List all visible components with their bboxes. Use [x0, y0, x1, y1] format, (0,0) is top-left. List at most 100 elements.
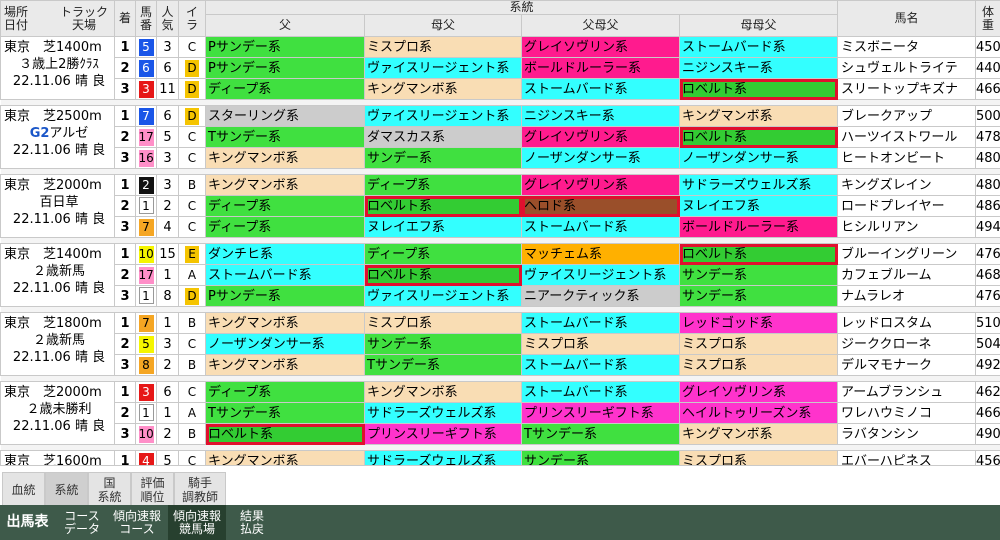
horse-name[interactable]: デルマモナーク: [837, 354, 977, 376]
sire-dam-sire-lineage[interactable]: ストームバード系: [521, 78, 680, 100]
sire-lineage[interactable]: ノーザンダンサー系: [205, 333, 365, 355]
horse-name[interactable]: アームブランシュ: [837, 381, 977, 403]
race-row[interactable]: 2 5 3 C ノーザンダンサー系 サンデー系 ミスプロ系 ミスプロ系 ジーククローネ 504: [1, 333, 1000, 355]
race-row[interactable]: 東京 芝1400m ２歳新馬 22.11.06 晴 良 1 10 15 E ダンチヒ系 ディープ…: [0, 243, 1000, 307]
horse-name[interactable]: カフェブルーム: [837, 264, 977, 286]
race-row[interactable]: 2 1 2 C ディープ系 ロベルト系 ヘロド系 ヌレイエフ系 ロードプレイヤー 486: [1, 195, 1000, 217]
dam-sire-lineage[interactable]: サドラーズウェルズ系: [364, 402, 522, 424]
dam-dam-sire-lineage[interactable]: ロベルト系: [678, 243, 839, 265]
race-row[interactable]: 3 7 4 C ディープ系 ヌレイエフ系 ストームバード系 ボールドルーラー系 ヒシルリアン 49…: [1, 216, 1000, 238]
sire-dam-sire-lineage[interactable]: ミスプロ系: [521, 333, 680, 355]
horse-name[interactable]: ヒートオンビート: [837, 147, 977, 169]
sire-dam-sire-lineage[interactable]: プリンスリーギフト系: [521, 402, 680, 424]
race-row[interactable]: 3 3 11 D ディープ系 キングマンボ系 ストームバード系 ロベルト系 スリートップキズナ 4…: [1, 78, 1000, 100]
race-info[interactable]: 東京 芝2000m ２歳未勝利 22.11.06 晴 良: [0, 381, 115, 445]
race-row[interactable]: 東京 芝2000m 百日草 22.11.06 晴 良 1 2 3 B キングマンボ系 ディープ系…: [0, 174, 1000, 238]
dam-sire-lineage[interactable]: ロベルト系: [364, 195, 522, 217]
sire-dam-sire-lineage[interactable]: ストームバード系: [521, 312, 680, 334]
race-row[interactable]: 東京 芝2500m G2アルゼ 22.11.06 晴 良 1 7 6 D スターリング系 ヴァイ…: [0, 105, 1000, 169]
sire-dam-sire-lineage[interactable]: Tサンデー系: [521, 423, 680, 445]
dam-sire-lineage[interactable]: Tサンデー系: [364, 354, 522, 376]
dam-sire-lineage[interactable]: ロベルト系: [364, 264, 522, 286]
dam-dam-sire-lineage[interactable]: ミスプロ系: [678, 354, 839, 376]
dam-dam-sire-lineage[interactable]: ボールドルーラー系: [678, 216, 839, 238]
sire-lineage[interactable]: ストームバード系: [205, 264, 365, 286]
dam-dam-sire-lineage[interactable]: ミスプロ系: [678, 333, 839, 355]
sire-lineage[interactable]: キングマンボ系: [205, 354, 365, 376]
race-row[interactable]: 2 1 1 A Tサンデー系 サドラーズウェルズ系 プリンスリーギフト系 ヘイルトゥリーズン系…: [1, 402, 1000, 424]
dam-dam-sire-lineage[interactable]: グレイソヴリン系: [678, 381, 839, 403]
dam-sire-lineage[interactable]: サンデー系: [364, 333, 522, 355]
horse-name[interactable]: ロードプレイヤー: [837, 195, 977, 217]
sire-dam-sire-lineage[interactable]: マッチェム系: [521, 243, 680, 265]
tab-bloodline[interactable]: 血統: [2, 472, 45, 506]
dam-dam-sire-lineage[interactable]: サンデー系: [678, 264, 839, 286]
tab-country-lineage[interactable]: 国 系統: [88, 472, 131, 506]
sire-dam-sire-lineage[interactable]: グレイソヴリン系: [521, 36, 680, 58]
sire-dam-sire-lineage[interactable]: ニアークティック系: [521, 285, 680, 307]
nav-trend-track[interactable]: 傾向速報 競馬場: [168, 505, 226, 540]
sire-lineage[interactable]: Pサンデー系: [205, 285, 365, 307]
race-row[interactable]: 2 6 6 D Pサンデー系 ヴァイスリージェント系 ボールドルーラー系 ニジンスキー系 シュヴ…: [1, 57, 1000, 79]
dam-dam-sire-lineage[interactable]: ノーザンダンサー系: [678, 147, 839, 169]
sire-lineage[interactable]: Pサンデー系: [205, 57, 365, 79]
sire-dam-sire-lineage[interactable]: グレイソヴリン系: [521, 174, 680, 196]
horse-name[interactable]: キングズレイン: [837, 174, 977, 196]
race-info[interactable]: 東京 芝1400m ２歳新馬 22.11.06 晴 良: [0, 243, 115, 307]
tab-rating-rank[interactable]: 評価 順位: [131, 472, 174, 506]
race-info[interactable]: 東京 芝1800m ２歳新馬 22.11.06 晴 良: [0, 312, 115, 376]
sire-lineage[interactable]: キングマンボ系: [205, 312, 365, 334]
dam-dam-sire-lineage[interactable]: サドラーズウェルズ系: [678, 174, 839, 196]
horse-name[interactable]: シュヴェルトライテ: [837, 57, 977, 79]
horse-name[interactable]: スリートップキズナ: [837, 78, 977, 100]
horse-name[interactable]: ナムラレオ: [837, 285, 977, 307]
dam-sire-lineage[interactable]: ヴァイスリージェント系: [364, 57, 522, 79]
sire-dam-sire-lineage[interactable]: ストームバード系: [521, 216, 680, 238]
sire-dam-sire-lineage[interactable]: グレイソヴリン系: [521, 126, 680, 148]
sire-lineage[interactable]: スターリング系: [205, 105, 365, 127]
dam-sire-lineage[interactable]: プリンスリーギフト系: [364, 423, 522, 445]
race-row[interactable]: 2 17 5 C Tサンデー系 ダマスカス系 グレイソヴリン系 ロベルト系 ハーツイストワール 4…: [1, 126, 1000, 148]
dam-dam-sire-lineage[interactable]: ストームバード系: [678, 36, 839, 58]
dam-dam-sire-lineage[interactable]: キングマンボ系: [678, 105, 839, 127]
sire-dam-sire-lineage[interactable]: ヘロド系: [521, 195, 680, 217]
race-info[interactable]: 東京 芝2500m G2アルゼ 22.11.06 晴 良: [0, 105, 115, 169]
sire-dam-sire-lineage[interactable]: ニジンスキー系: [521, 105, 680, 127]
sire-lineage[interactable]: ディープ系: [205, 195, 365, 217]
race-row[interactable]: 2 17 1 A ストームバード系 ロベルト系 ヴァイスリージェント系 サンデー系 カフェブルー…: [1, 264, 1000, 286]
race-info[interactable]: 東京 芝1400m ３歳上2勝ｸﾗｽ 22.11.06 晴 良: [0, 36, 115, 100]
sire-dam-sire-lineage[interactable]: ストームバード系: [521, 381, 680, 403]
sire-dam-sire-lineage[interactable]: ノーザンダンサー系: [521, 147, 680, 169]
sire-lineage[interactable]: Pサンデー系: [205, 36, 365, 58]
tab-jockey-trainer[interactable]: 騎手 調教師: [174, 472, 226, 506]
horse-name[interactable]: ワレハウミノコ: [837, 402, 977, 424]
dam-sire-lineage[interactable]: ミスプロ系: [364, 36, 522, 58]
nav-results-payout[interactable]: 結果 払戻: [228, 505, 276, 540]
horse-name[interactable]: ハーツイストワール: [837, 126, 977, 148]
race-row[interactable]: 3 16 3 C キングマンボ系 サンデー系 ノーザンダンサー系 ノーザンダンサー系 ヒートオン…: [1, 147, 1000, 169]
dam-dam-sire-lineage[interactable]: ニジンスキー系: [678, 57, 839, 79]
dam-sire-lineage[interactable]: サンデー系: [364, 147, 522, 169]
nav-course-data[interactable]: コース データ: [58, 505, 106, 540]
race-row[interactable]: 3 10 2 B ロベルト系 プリンスリーギフト系 Tサンデー系 キングマンボ系 ラバタンシン 4…: [1, 423, 1000, 445]
dam-sire-lineage[interactable]: ミスプロ系: [364, 312, 522, 334]
sire-lineage[interactable]: Tサンデー系: [205, 126, 365, 148]
dam-dam-sire-lineage[interactable]: ヌレイエフ系: [678, 195, 839, 217]
sire-lineage[interactable]: ダンチヒ系: [205, 243, 365, 265]
sire-lineage[interactable]: Tサンデー系: [205, 402, 365, 424]
dam-dam-sire-lineage[interactable]: キングマンボ系: [678, 423, 839, 445]
nav-trend-course[interactable]: 傾向速報 コース: [108, 505, 166, 540]
dam-dam-sire-lineage[interactable]: レッドゴッド系: [678, 312, 839, 334]
horse-name[interactable]: ヒシルリアン: [837, 216, 977, 238]
race-row[interactable]: 3 8 2 B キングマンボ系 Tサンデー系 ストームバード系 ミスプロ系 デルマモナーク 492: [1, 354, 1000, 376]
horse-name[interactable]: レッドロスタム: [837, 312, 977, 334]
horse-name[interactable]: ブルーイングリーン: [837, 243, 977, 265]
horse-name[interactable]: ミスボニータ: [837, 36, 977, 58]
dam-sire-lineage[interactable]: ヌレイエフ系: [364, 216, 522, 238]
horse-name[interactable]: ジーククローネ: [837, 333, 977, 355]
dam-sire-lineage[interactable]: ヴァイスリージェント系: [364, 105, 522, 127]
sire-dam-sire-lineage[interactable]: ボールドルーラー系: [521, 57, 680, 79]
sire-lineage[interactable]: ディープ系: [205, 216, 365, 238]
dam-sire-lineage[interactable]: ダマスカス系: [364, 126, 522, 148]
sire-dam-sire-lineage[interactable]: ヴァイスリージェント系: [521, 264, 680, 286]
